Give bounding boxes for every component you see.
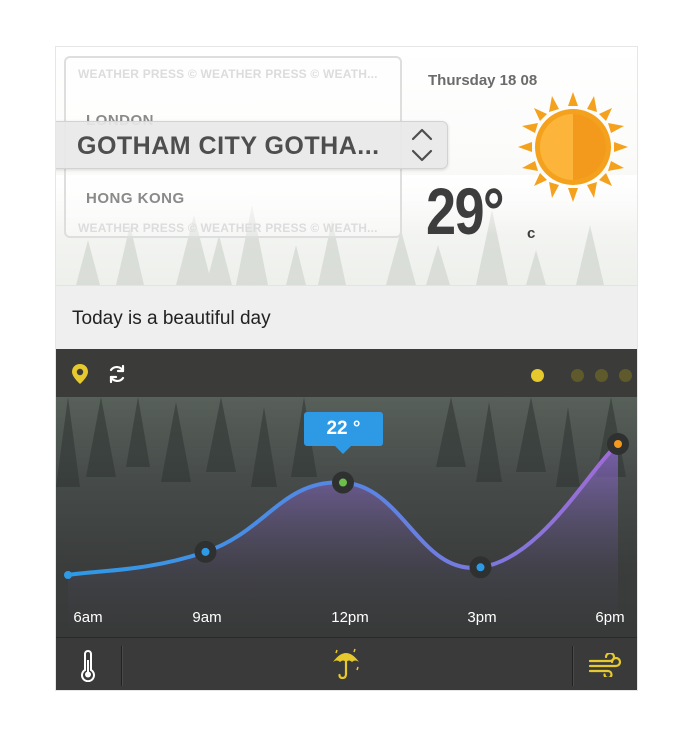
watermark-bottom: WEATHER PRESS © WEATHER PRESS © WEATH... — [78, 221, 378, 235]
wind-icon[interactable] — [588, 653, 622, 677]
page-dot-2[interactable] — [571, 369, 584, 382]
data-point-12pm[interactable] — [339, 478, 347, 487]
bottom-bar — [56, 637, 637, 690]
thermometer-icon[interactable] — [79, 650, 97, 682]
page-dot-4[interactable] — [619, 369, 632, 382]
weather-header: WEATHER PRESS © WEATHER PRESS © WEATH...… — [56, 47, 637, 285]
data-point-6am[interactable] — [64, 571, 72, 579]
time-label-3pm: 3pm — [467, 609, 497, 626]
divider-right — [572, 646, 574, 686]
date-label: Thursday 18 08 — [428, 72, 538, 89]
temperature-chart: 22 ° 6am 9am 12pm 3pm 6pm — [56, 397, 637, 637]
time-label-6am: 6am — [73, 609, 103, 626]
temperature-unit: c — [527, 225, 536, 242]
city-current[interactable]: GOTHAM CITY GOTHA... — [77, 132, 380, 161]
temperature-value: 29° — [426, 174, 505, 248]
data-point-3pm[interactable] — [476, 563, 485, 572]
chevron-down-icon[interactable] — [411, 149, 433, 163]
weather-message: Today is a beautiful day — [72, 308, 271, 329]
city-next[interactable]: HONG KONG — [86, 190, 185, 207]
umbrella-icon[interactable] — [331, 647, 361, 681]
page-dot-3[interactable] — [595, 369, 608, 382]
location-pin-icon[interactable] — [70, 363, 90, 385]
refresh-icon[interactable] — [107, 363, 127, 385]
message-bar: Today is a beautiful day — [56, 285, 637, 349]
time-label-12pm: 12pm — [331, 609, 369, 626]
time-label-6pm: 6pm — [595, 609, 625, 626]
page-dot-1[interactable] — [531, 369, 544, 382]
divider-left — [121, 646, 123, 686]
toolbar — [56, 349, 637, 397]
temperature-tooltip: 22 ° — [304, 412, 383, 446]
data-point-6pm[interactable] — [614, 440, 622, 448]
time-label-9am: 9am — [192, 609, 222, 626]
data-point-9am[interactable] — [201, 547, 210, 556]
watermark-top: WEATHER PRESS © WEATHER PRESS © WEATH... — [78, 67, 378, 81]
chevron-up-icon[interactable] — [411, 127, 433, 141]
city-selector[interactable]: GOTHAM CITY GOTHA... — [56, 121, 448, 169]
tooltip-tail — [335, 446, 351, 454]
weather-widget: WEATHER PRESS © WEATHER PRESS © WEATH...… — [55, 46, 638, 691]
sun-icon — [518, 92, 628, 202]
